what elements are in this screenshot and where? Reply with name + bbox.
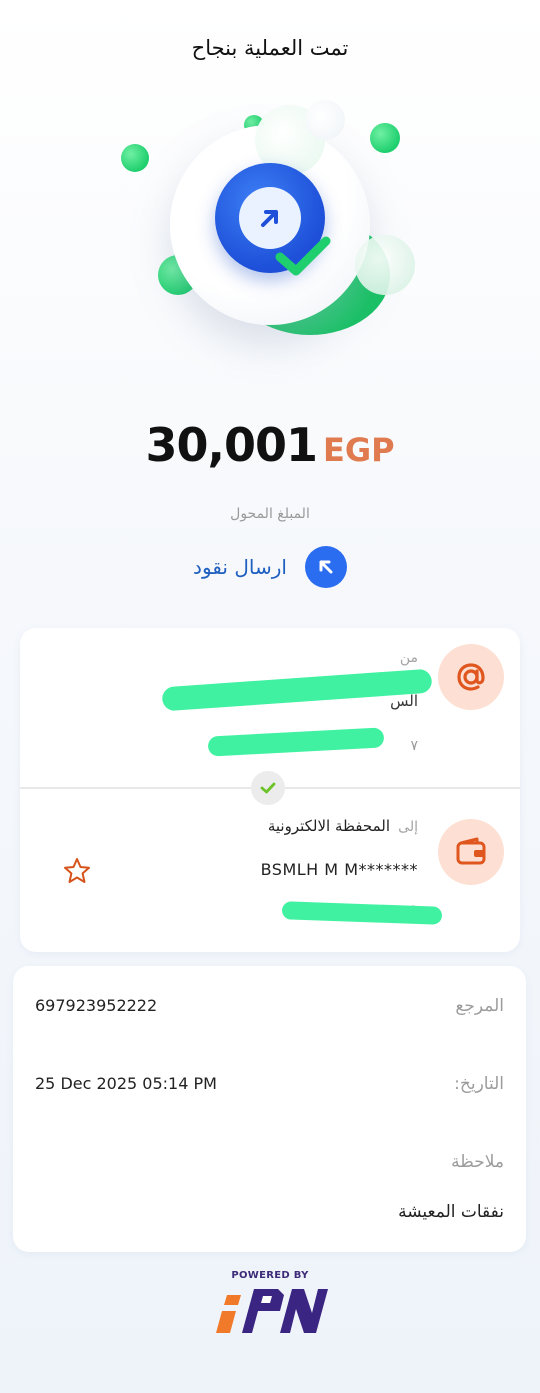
details-card: المرجع 697923952222 التاريخ: 25 Dec 2025… (13, 966, 526, 1252)
arrow-up-left-icon (304, 546, 347, 588)
powered-by-text: POWERED BY (231, 1270, 309, 1281)
from-label: من (399, 650, 418, 666)
decor-bubble (355, 235, 415, 295)
reference-label: المرجع (455, 996, 504, 1016)
transaction-type-label: ارسال نقود (193, 555, 287, 579)
ipn-logo (216, 1289, 328, 1333)
transaction-type: ارسال نقود (0, 546, 540, 588)
amount-display: 30,001 EGP (0, 418, 540, 472)
amount-value: 30,001 (145, 418, 318, 472)
recipient-account: BSMLH M M******* (260, 860, 418, 879)
at-sign-icon (438, 644, 504, 710)
decor-dot (121, 144, 149, 172)
wallet-icon (438, 819, 504, 885)
note-value: نفقات المعيشة (398, 1202, 504, 1222)
reference-value: 697923952222 (35, 996, 158, 1015)
decor-bubble (305, 100, 345, 140)
date-value: 25 Dec 2025 05:14 PM (35, 1074, 217, 1093)
date-label: التاريخ: (454, 1074, 504, 1094)
success-illustration (100, 95, 440, 385)
sender-account: ۷ (410, 738, 418, 754)
check-icon (275, 236, 331, 276)
star-outline-icon[interactable] (62, 856, 92, 886)
note-label: ملاحظة (451, 1152, 504, 1172)
page-title: تمت العملية بنجاح (191, 36, 349, 60)
check-icon (251, 771, 285, 805)
amount-currency: EGP (322, 431, 395, 469)
redaction-mark (281, 901, 443, 925)
decor-dot (370, 123, 400, 153)
recipient-type: المحفظة الالكترونية (267, 817, 390, 835)
parties-card: من الس ۷ إلى المحفظة الالكترونية BSMLH M… (20, 628, 520, 952)
to-label: إلى (398, 819, 418, 835)
amount-label: المبلغ المحول (230, 506, 310, 522)
redaction-mark (207, 727, 385, 757)
